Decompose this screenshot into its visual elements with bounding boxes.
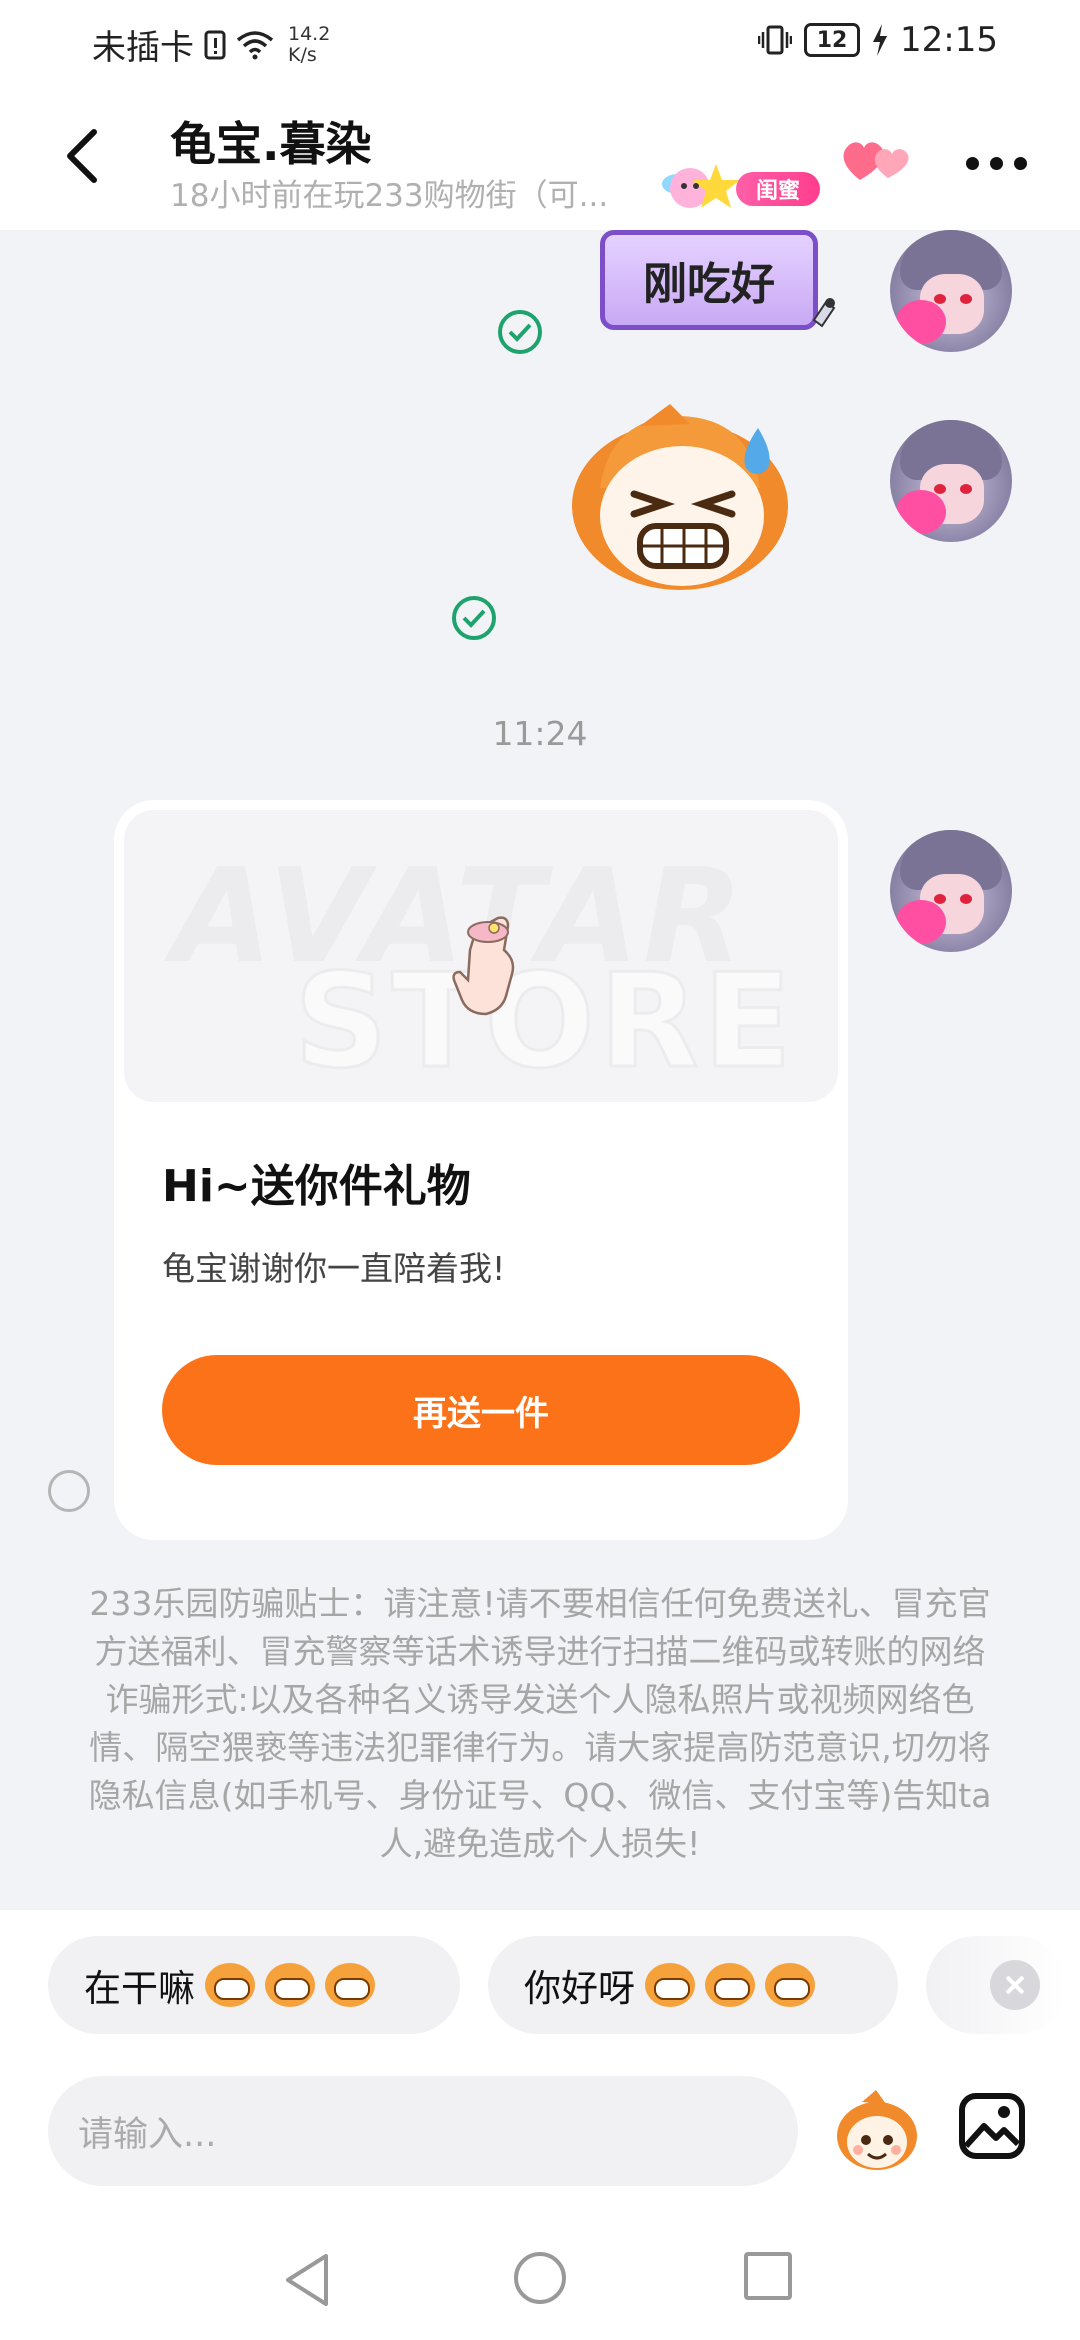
status-bar: 未插卡 14.2 K/s 12 12:15 <box>0 0 1080 90</box>
star-mascot-icon <box>662 164 740 208</box>
wifi-icon <box>236 30 274 59</box>
sticker-text: 刚吃好 <box>643 259 775 310</box>
charging-icon <box>873 24 888 56</box>
my-avatar[interactable] <box>890 230 1012 352</box>
message-timestamp: 11:24 <box>492 714 588 753</box>
dot-icon <box>990 156 1003 170</box>
relation-badge[interactable]: 闺蜜 <box>658 158 820 216</box>
net-speed-unit: K/s <box>288 43 317 66</box>
input-placeholder: 请输入... <box>78 2114 217 2155</box>
grin-emoji-icon <box>265 1963 315 2007</box>
gift-message: 龟宝谢谢你一直陪着我! <box>162 1249 506 1288</box>
sim-status: 未插卡 <box>92 28 194 68</box>
image-picker-icon[interactable] <box>956 2090 1028 2162</box>
gift-title: Hi~送你件礼物 <box>162 1161 471 1212</box>
more-options-button[interactable] <box>966 148 1030 178</box>
sweating-face-sticker[interactable] <box>560 398 800 598</box>
my-avatar[interactable] <box>890 420 1012 542</box>
nav-back-icon[interactable] <box>282 2252 332 2308</box>
read-check-icon <box>498 310 542 354</box>
input-bar: 请输入... <box>0 2060 1080 2210</box>
sim-alert-icon <box>204 30 226 59</box>
chat-messages[interactable]: 刚吃好 11:24 AVATAR STORE Hi~送你件礼物 龟宝谢谢你一直陪… <box>0 230 1080 1910</box>
quick-reply-chip[interactable]: 你好呀 <box>488 1936 898 2034</box>
quick-reply-text: 在干嘛 <box>84 1967 195 2010</box>
send-another-gift-button[interactable]: 再送一件 <box>162 1355 800 1465</box>
gift-banner: AVATAR STORE <box>124 810 838 1102</box>
contact-name[interactable]: 龟宝.暮染 <box>170 108 371 174</box>
net-speed: 14.2 K/s <box>288 22 331 66</box>
sticker-message-text[interactable]: 刚吃好 <box>600 230 818 330</box>
dot-icon <box>966 156 979 170</box>
battery-indicator: 12 <box>804 23 861 57</box>
pin-icon <box>812 298 836 328</box>
dot-icon <box>1014 156 1027 170</box>
smile-emoji-icon <box>765 1963 815 2007</box>
close-quick-reply-button[interactable] <box>990 1960 1040 2010</box>
clock: 12:15 <box>900 20 998 60</box>
watermark-text: STORE <box>293 944 796 1099</box>
status-right: 12 12:15 <box>758 20 998 60</box>
my-avatar[interactable] <box>890 830 1012 952</box>
quick-reply-bar[interactable]: 在干嘛 你好呀 <box>0 1910 1080 2060</box>
read-check-icon <box>452 596 496 640</box>
smile-emoji-icon <box>645 1963 695 2007</box>
back-arrow-icon[interactable] <box>58 126 108 186</box>
nav-recents-icon[interactable] <box>744 2252 792 2300</box>
relation-badge-label: 闺蜜 <box>736 172 820 206</box>
grin-emoji-icon <box>325 1963 375 2007</box>
contact-status: 18小时前在玩233购物街（可... <box>170 178 609 214</box>
message-input[interactable]: 请输入... <box>48 2076 798 2186</box>
vibrate-icon <box>758 25 793 55</box>
message-status-circle <box>48 1470 90 1512</box>
gift-card[interactable]: AVATAR STORE Hi~送你件礼物 龟宝谢谢你一直陪着我! 再送一件 <box>114 800 848 1540</box>
anti-fraud-tip: 233乐园防骗贴士：请注意!请不要相信任何免费送礼、冒充官方送福利、冒充警察等话… <box>88 1584 992 1863</box>
chat-header: 龟宝.暮染 18小时前在玩233购物街（可... 闺蜜 <box>0 90 1080 230</box>
close-icon <box>1005 1975 1025 1995</box>
grin-emoji-icon <box>205 1963 255 2007</box>
quick-reply-text: 你好呀 <box>524 1967 635 2010</box>
net-speed-value: 14.2 <box>288 22 331 45</box>
system-nav-bar <box>0 2210 1080 2340</box>
emoji-button[interactable] <box>832 2088 922 2174</box>
intimacy-hearts-icon[interactable] <box>838 130 918 190</box>
status-left: 未插卡 14.2 K/s <box>92 20 330 69</box>
nav-home-icon[interactable] <box>514 2252 566 2304</box>
glove-gift-icon <box>452 916 515 1016</box>
smile-emoji-icon <box>705 1963 755 2007</box>
quick-reply-chip[interactable]: 在干嘛 <box>48 1936 460 2034</box>
